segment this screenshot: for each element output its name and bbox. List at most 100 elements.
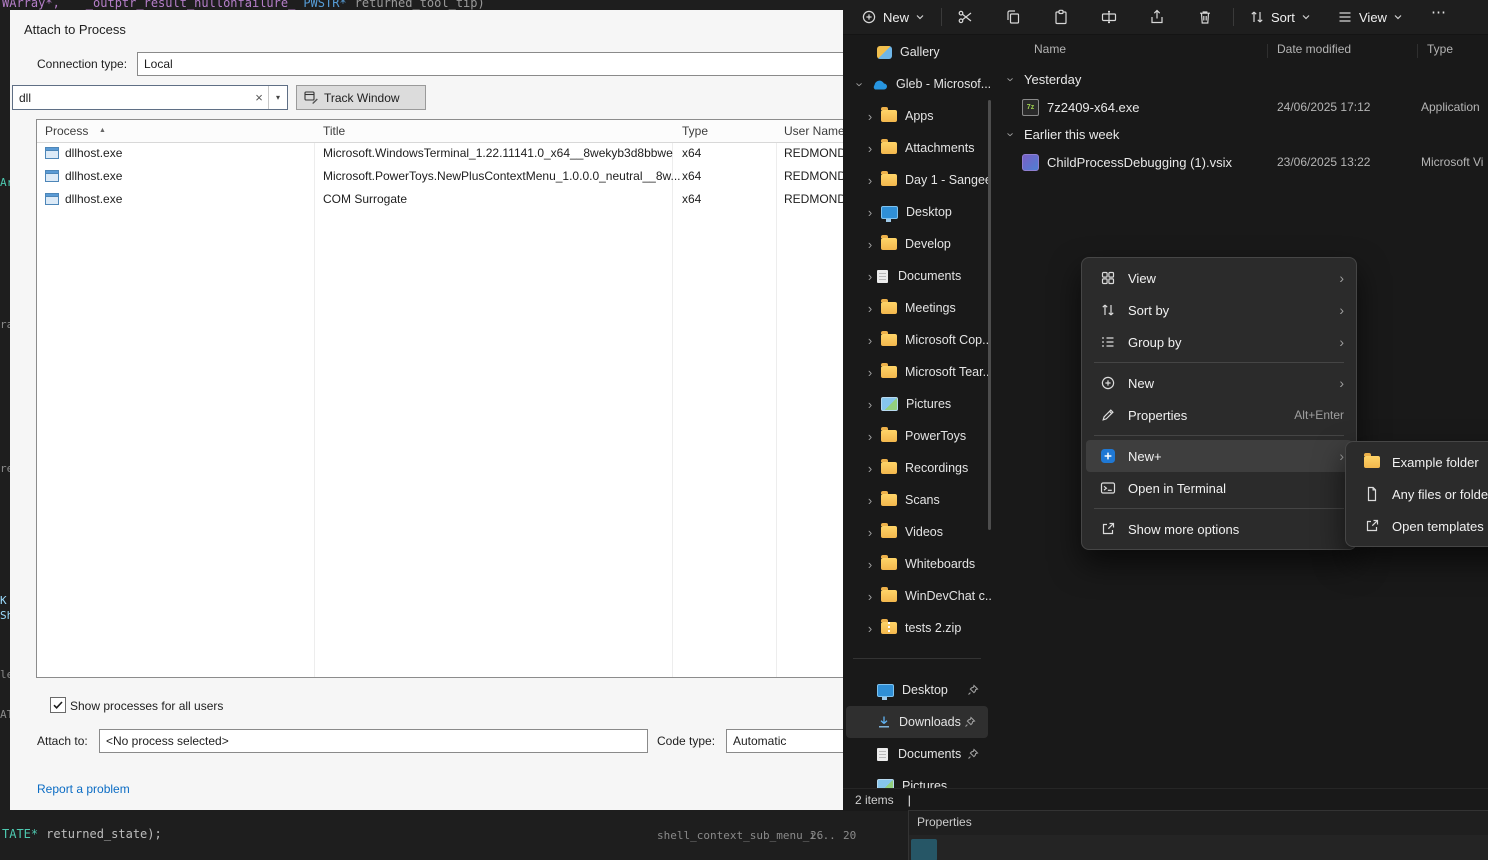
chevron-collapsed-icon[interactable]: › bbox=[865, 526, 875, 539]
chevron-expanded-icon[interactable]: › bbox=[1005, 74, 1018, 84]
view-button[interactable]: View bbox=[1329, 4, 1411, 30]
sidebar-item-microsoft-copilot[interactable]: ›Microsoft Cop... bbox=[843, 324, 991, 356]
process-row[interactable]: dllhost.exe Microsoft.WindowsTerminal_1.… bbox=[37, 142, 843, 165]
connection-type-label: Connection type: bbox=[37, 57, 127, 71]
sidebar-item-day1[interactable]: ›Day 1 - Sangee... bbox=[843, 164, 991, 196]
menu-item-sort-by[interactable]: Sort by › bbox=[1086, 294, 1352, 326]
chevron-collapsed-icon[interactable]: › bbox=[865, 142, 875, 155]
menu-item-view[interactable]: View › bbox=[1086, 262, 1352, 294]
menu-item-new[interactable]: New › bbox=[1086, 367, 1352, 399]
delete-button[interactable] bbox=[1189, 5, 1221, 29]
folder-icon bbox=[881, 558, 897, 570]
column-header-name[interactable]: Name bbox=[1034, 42, 1066, 56]
column-header-type[interactable]: Type bbox=[1427, 42, 1453, 56]
column-header-title[interactable]: Title bbox=[323, 124, 345, 138]
process-row[interactable]: dllhost.exe COM Surrogate x64 REDMOND bbox=[37, 188, 843, 211]
sort-button[interactable]: Sort bbox=[1241, 4, 1319, 30]
chevron-collapsed-icon[interactable]: › bbox=[865, 494, 875, 507]
sidebar-item-onedrive[interactable]: › Gleb - Microsof... bbox=[843, 68, 991, 100]
sidebar-pinned-documents[interactable]: Documents bbox=[843, 738, 991, 770]
connection-type-dropdown[interactable]: Local bbox=[137, 52, 843, 76]
group-header-earlier-this-week[interactable]: › Earlier this week bbox=[1006, 122, 1119, 146]
clear-filter-icon[interactable]: × bbox=[250, 90, 268, 105]
column-divider[interactable] bbox=[1417, 44, 1418, 58]
chevron-collapsed-icon[interactable]: › bbox=[865, 174, 875, 187]
chevron-expanded-icon[interactable]: › bbox=[854, 79, 867, 89]
sidebar-item-desktop[interactable]: ›Desktop bbox=[843, 196, 991, 228]
sidebar-pinned-desktop[interactable]: Desktop bbox=[843, 674, 991, 706]
sidebar-item-recordings[interactable]: ›Recordings bbox=[843, 452, 991, 484]
paste-button[interactable] bbox=[1045, 5, 1077, 29]
process-row[interactable]: dllhost.exe Microsoft.PowerToys.NewPlusC… bbox=[37, 165, 843, 188]
file-row-vsix[interactable]: ChildProcessDebugging (1).vsix bbox=[1022, 149, 1232, 175]
new-plus-icon bbox=[1100, 448, 1116, 464]
new-button[interactable]: New bbox=[853, 4, 933, 30]
chevron-collapsed-icon[interactable]: › bbox=[865, 110, 875, 123]
chevron-collapsed-icon[interactable]: › bbox=[865, 590, 875, 603]
sidebar-item-gallery[interactable]: Gallery bbox=[843, 36, 991, 68]
chevron-collapsed-icon[interactable]: › bbox=[865, 398, 875, 411]
attach-to-input[interactable] bbox=[100, 733, 647, 749]
code-type-dropdown[interactable]: Automatic bbox=[726, 729, 843, 753]
column-header-type[interactable]: Type bbox=[682, 124, 708, 138]
column-header-user[interactable]: User Name bbox=[784, 124, 843, 138]
chevron-expanded-icon[interactable]: › bbox=[1005, 129, 1018, 139]
explorer-status-bar: 2 items | bbox=[843, 788, 1488, 811]
submenu-item-example-folder[interactable]: Example folder bbox=[1350, 446, 1488, 478]
chevron-collapsed-icon[interactable]: › bbox=[865, 366, 875, 379]
menu-item-group-by[interactable]: Group by › bbox=[1086, 326, 1352, 358]
sidebar-item-powertoys[interactable]: ›PowerToys bbox=[843, 420, 991, 452]
cut-button[interactable] bbox=[949, 5, 981, 29]
file-row-7z[interactable]: 7z 7z2409-x64.exe bbox=[1022, 94, 1140, 120]
chevron-collapsed-icon[interactable]: › bbox=[865, 206, 875, 219]
sidebar-item-videos[interactable]: ›Videos bbox=[843, 516, 991, 548]
sidebar-item-pictures[interactable]: ›Pictures bbox=[843, 388, 991, 420]
menu-separator bbox=[1094, 435, 1344, 436]
column-header-date-modified[interactable]: Date modified bbox=[1277, 42, 1351, 56]
editor-text-fragment: K bbox=[0, 594, 10, 607]
sidebar-item-microsoft-teams[interactable]: ›Microsoft Tear... bbox=[843, 356, 991, 388]
process-filter-input[interactable] bbox=[13, 90, 250, 106]
menu-item-open-in-terminal[interactable]: Open in Terminal bbox=[1086, 472, 1352, 504]
filter-dropdown-icon[interactable]: ▾ bbox=[269, 93, 287, 102]
sidebar-item-develop[interactable]: ›Develop bbox=[843, 228, 991, 260]
share-button[interactable] bbox=[1141, 5, 1173, 29]
sidebar-item-attachments[interactable]: ›Attachments bbox=[843, 132, 991, 164]
chevron-collapsed-icon[interactable]: › bbox=[865, 334, 875, 347]
nav-separator bbox=[853, 658, 981, 659]
sidebar-item-documents[interactable]: ›Documents bbox=[843, 260, 991, 292]
sidebar-item-meetings[interactable]: ›Meetings bbox=[843, 292, 991, 324]
track-window-button[interactable]: Track Window bbox=[296, 85, 426, 110]
chevron-collapsed-icon[interactable]: › bbox=[865, 270, 875, 283]
item-count: 2 items bbox=[855, 793, 894, 807]
rename-button[interactable] bbox=[1093, 5, 1125, 29]
properties-selected-item[interactable] bbox=[911, 839, 937, 860]
group-header-yesterday[interactable]: › Yesterday bbox=[1006, 67, 1081, 91]
menu-item-new-plus[interactable]: New+ › bbox=[1086, 440, 1352, 472]
column-divider[interactable] bbox=[1267, 44, 1268, 58]
sidebar-item-windevchat[interactable]: ›WinDevChat c... bbox=[843, 580, 991, 612]
see-more-button[interactable]: ⋯ bbox=[1431, 3, 1446, 21]
menu-item-show-more-options[interactable]: Show more options bbox=[1086, 513, 1352, 545]
sidebar-item-scans[interactable]: ›Scans bbox=[843, 484, 991, 516]
plus-circle-icon bbox=[861, 9, 877, 25]
menu-item-properties[interactable]: Properties Alt+Enter bbox=[1086, 399, 1352, 431]
chevron-collapsed-icon[interactable]: › bbox=[865, 558, 875, 571]
sidebar-item-tests-zip[interactable]: ›tests 2.zip bbox=[843, 612, 991, 644]
chevron-collapsed-icon[interactable]: › bbox=[865, 462, 875, 475]
copy-button[interactable] bbox=[997, 5, 1029, 29]
show-all-users-checkbox[interactable] bbox=[50, 697, 66, 713]
chevron-collapsed-icon[interactable]: › bbox=[865, 238, 875, 251]
sidebar-scrollbar[interactable] bbox=[988, 100, 991, 530]
chevron-collapsed-icon[interactable]: › bbox=[865, 622, 875, 635]
sidebar-pinned-downloads[interactable]: Downloads bbox=[846, 706, 988, 738]
report-a-problem-link[interactable]: Report a problem bbox=[37, 782, 130, 796]
chevron-collapsed-icon[interactable]: › bbox=[865, 302, 875, 315]
chevron-collapsed-icon[interactable]: › bbox=[865, 430, 875, 443]
pin-icon bbox=[967, 684, 979, 696]
sidebar-item-whiteboards[interactable]: ›Whiteboards bbox=[843, 548, 991, 580]
sidebar-item-apps[interactable]: ›Apps bbox=[843, 100, 991, 132]
submenu-item-open-templates[interactable]: Open templates bbox=[1350, 510, 1488, 542]
column-header-process[interactable]: Process bbox=[45, 124, 88, 138]
submenu-item-any-files[interactable]: Any files or folde bbox=[1350, 478, 1488, 510]
